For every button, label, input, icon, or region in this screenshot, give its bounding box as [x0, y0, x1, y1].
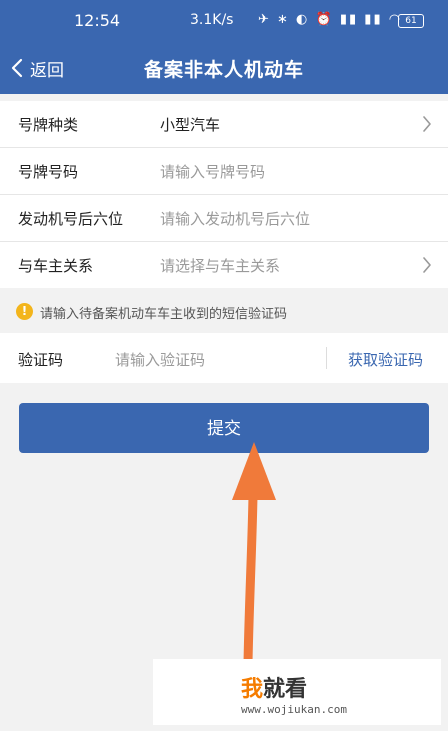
- status-icons: ✈ ∗ ◐ ⏰ ▮▮ ▮▮ ◠: [258, 12, 403, 27]
- status-bar: 12:54 3.1K/s ✈ ∗ ◐ ⏰ ▮▮ ▮▮ ◠ 61: [0, 0, 448, 42]
- plate-number-input[interactable]: 请输入号牌号码: [160, 161, 265, 182]
- plate-number-row: 号牌号码 请输入号牌号码: [0, 148, 448, 195]
- owner-relation-row[interactable]: 与车主关系 请选择与车主关系: [0, 242, 448, 288]
- network-speed: 3.1K/s: [190, 12, 234, 28]
- status-time: 12:54: [74, 11, 121, 30]
- watermark-logo: 我就看: [241, 677, 308, 702]
- divider: [326, 347, 327, 369]
- verify-code-label: 验证码: [18, 351, 64, 369]
- nav-bar: 返回 备案非本人机动车: [0, 42, 448, 94]
- watermark-url: www.wojiukan.com: [241, 703, 347, 716]
- plate-type-label: 号牌种类: [18, 116, 79, 134]
- owner-relation-select: 请选择与车主关系: [160, 257, 281, 275]
- engine-number-label: 发动机号后六位: [18, 210, 124, 228]
- sms-notice: ! 请输入待备案机动车车主收到的短信验证码: [0, 291, 448, 333]
- engine-number-row: 发动机号后六位 请输入发动机号后六位: [0, 195, 448, 242]
- page-title: 备案非本人机动车: [143, 59, 304, 81]
- vehicle-form: 号牌种类 小型汽车 号牌号码 请输入号牌号码 发动机号后六位 请输入发动机号后六…: [0, 101, 448, 288]
- chevron-right-icon: [423, 257, 431, 273]
- verify-code-row: 验证码 请输入验证码 获取验证码: [0, 333, 448, 383]
- watermark: 我就看 www.wojiukan.com: [153, 659, 441, 725]
- plate-type-row[interactable]: 号牌种类 小型汽车: [0, 101, 448, 148]
- engine-number-input[interactable]: 请输入发动机号后六位: [160, 208, 310, 229]
- battery-icon: 61: [398, 14, 424, 28]
- warning-icon: !: [16, 303, 33, 320]
- submit-button[interactable]: 提交: [19, 403, 429, 453]
- get-code-button[interactable]: 获取验证码: [348, 349, 423, 370]
- plate-number-label: 号牌号码: [18, 163, 79, 181]
- chevron-right-icon: [423, 116, 431, 132]
- plate-type-value: 小型汽车: [160, 116, 221, 134]
- verify-code-input[interactable]: 请输入验证码: [115, 349, 205, 370]
- notice-text: 请输入待备案机动车车主收到的短信验证码: [40, 307, 288, 322]
- arrow-up-icon: [232, 442, 276, 663]
- owner-relation-label: 与车主关系: [18, 257, 94, 275]
